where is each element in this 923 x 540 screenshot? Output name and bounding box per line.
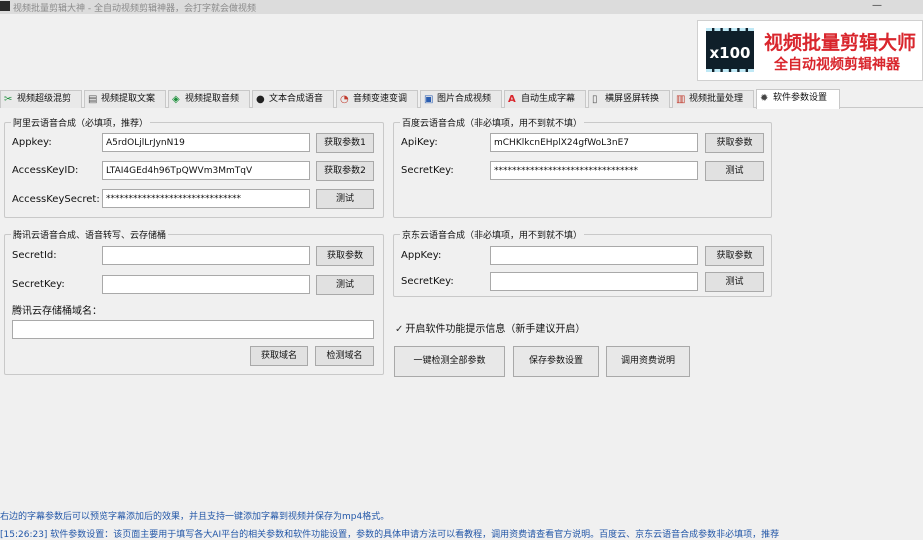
aliyun-secret-label: AccessKeySecret: [12,194,100,205]
aliyun-test-button[interactable]: 测试 [316,189,374,209]
banner-title: 视频批量剪辑大师 [764,32,917,54]
aliyun-accesskeyid-field[interactable] [102,161,310,180]
checkmark-icon: ✓ [395,324,404,335]
tab-text-to-speech[interactable]: ● 文本合成语音 [252,90,334,108]
jd-secret-field[interactable] [490,272,698,291]
tencent-test-button[interactable]: 测试 [316,275,374,295]
subtitle-icon: A [508,94,516,105]
baidu-group-title: 百度云语音合成（非必填项，用不到就不填） [400,116,585,129]
promo-banner: x100 视频批量剪辑大师 全自动视频剪辑神器 [697,20,923,81]
tab-orientation-convert[interactable]: ▯ 横屏竖屏转换 [588,90,670,108]
aliyun-appkey-field[interactable] [102,133,310,152]
jd-secret-label: SecretKey: [401,276,454,287]
document-icon: ▤ [88,94,98,105]
aliyun-secret-field[interactable] [102,189,310,208]
tab-batch-process[interactable]: ▥ 视频批量处理 [672,90,754,108]
microphone-icon: ● [256,94,265,105]
x100-badge: x100 [706,28,754,72]
tencent-secretid-label: SecretId: [12,250,57,261]
rotate-screen-icon: ▯ [592,94,598,105]
tab-video-mix[interactable]: ✂ 视频超级混剪 [0,90,82,108]
baidu-apikey-field[interactable] [490,133,698,152]
tencent-secretkey-field[interactable] [102,275,310,294]
aliyun-group-title: 阿里云语音合成（必填项，推荐） [11,116,151,129]
get-domain-button[interactable]: 获取域名 [250,346,308,366]
jd-test-button[interactable]: 测试 [705,272,764,292]
tab-extract-audio[interactable]: ◈ 视频提取音频 [168,90,250,108]
jd-appkey-field[interactable] [490,246,698,265]
tips-checkbox[interactable]: ✓ 开启软件功能提示信息（新手建议开启） [395,320,585,335]
fee-info-button[interactable]: 调用资费说明 [606,346,690,377]
aliyun-appkey-label: Appkey: [12,137,52,148]
aliyun-accesskeyid-label: AccessKeyID: [12,165,79,176]
tencent-secretkey-label: SecretKey: [12,279,65,290]
tencent-secretid-field[interactable] [102,246,310,265]
save-settings-button[interactable]: 保存参数设置 [513,346,599,377]
tips-checkbox-label: 开启软件功能提示信息（新手建议开启） [405,324,586,335]
film-icon: ▥ [676,94,686,105]
tab-bar: ✂ 视频超级混剪 ▤ 视频提取文案 ◈ 视频提取音频 ● 文本合成语音 ◔ 音频… [0,89,923,109]
tab-settings[interactable]: ✹ 软件参数设置 [756,89,840,109]
tab-audio-speed[interactable]: ◔ 音频变速变调 [336,90,418,108]
speedometer-icon: ◔ [340,94,349,105]
jd-appkey-label: AppKey: [401,250,442,261]
app-icon [0,1,10,11]
scissors-icon: ✂ [4,94,13,105]
status-line-1: 右边的字幕参数后可以预览字幕添加后的效果，并且支持一键添加字幕到视频并保存为mp… [0,512,390,522]
window-title: 视频批量剪辑大神 - 全自动视频剪辑神器，会打字就会做视频 [13,4,256,14]
gear-icon: ✹ [760,93,769,104]
jd-get-param-button[interactable]: 获取参数 [705,246,764,266]
check-all-params-button[interactable]: 一键检测全部参数 [394,346,505,377]
status-line-2: [15:26:23] 软件参数设置：该页面主要用于填写各大AI平台的相关参数和软… [0,530,780,540]
tab-extract-text[interactable]: ▤ 视频提取文案 [84,90,166,108]
minimize-button[interactable]: — [862,0,892,14]
baidu-secret-field[interactable] [490,161,698,180]
title-bar: 视频批量剪辑大神 - 全自动视频剪辑神器，会打字就会做视频 — [0,0,923,14]
baidu-apikey-label: ApiKey: [401,137,438,148]
baidu-secret-label: SecretKey: [401,165,454,176]
baidu-test-button[interactable]: 测试 [705,161,764,181]
status-log: 右边的字幕参数后可以预览字幕添加后的效果，并且支持一键添加字幕到视频并保存为mp… [0,505,923,540]
banner-subtitle: 全自动视频剪辑神器 [774,57,900,73]
tab-auto-subtitles[interactable]: A 自动生成字幕 [504,90,586,108]
check-domain-button[interactable]: 检测域名 [315,346,374,366]
tencent-bucket-field[interactable] [12,320,374,339]
jd-group-title: 京东云语音合成（非必填项，用不到就不填） [400,228,585,241]
image-icon: ▣ [424,94,434,105]
tab-image-to-video[interactable]: ▣ 图片合成视频 [420,90,502,108]
aliyun-get-param2-button[interactable]: 获取参数2 [316,161,374,181]
tencent-group-title: 腾讯云语音合成、语音转写、云存储桶 [11,228,169,241]
tencent-bucket-label: 腾讯云存储桶域名： [12,306,102,317]
tencent-get-param-button[interactable]: 获取参数 [316,246,374,266]
baidu-get-param-button[interactable]: 获取参数 [705,133,764,153]
aliyun-get-param1-button[interactable]: 获取参数1 [316,133,374,153]
audio-icon: ◈ [172,94,180,105]
